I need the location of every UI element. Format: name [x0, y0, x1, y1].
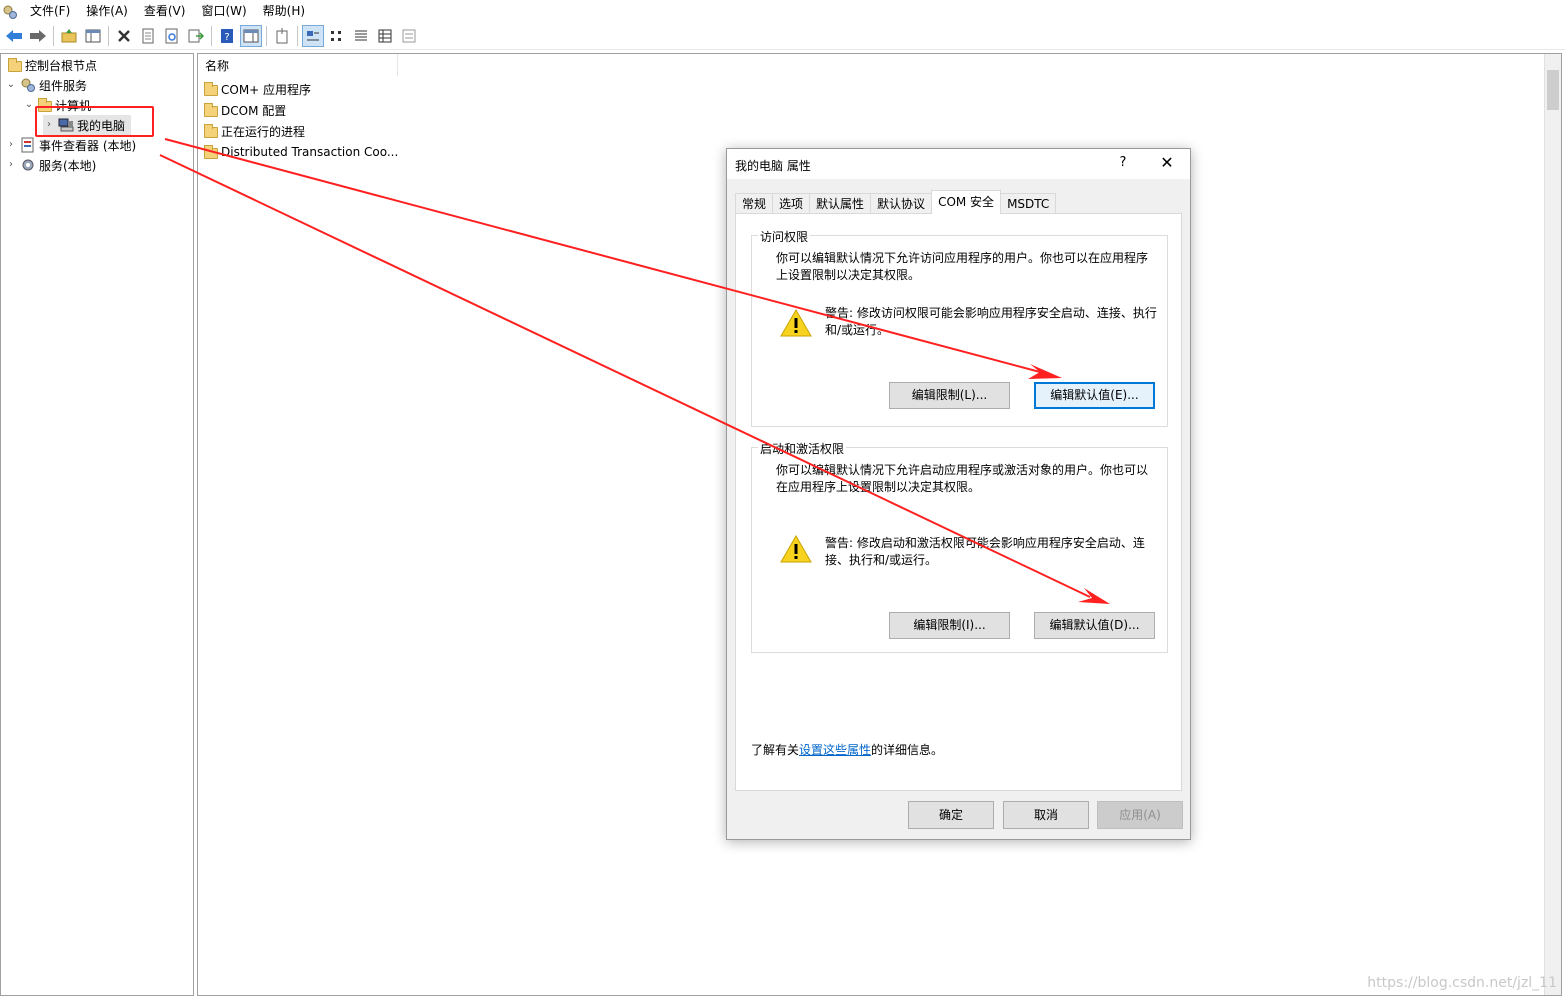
tree-label: 控制台根节点 — [25, 58, 98, 73]
ok-button[interactable]: 确定 — [908, 801, 994, 829]
tree-node-console-root[interactable]: 控制台根节点 — [5, 55, 97, 75]
tab-default-properties[interactable]: 默认属性 — [809, 193, 872, 214]
column-header-name[interactable]: 名称 — [198, 54, 398, 76]
menu-file[interactable]: 文件(F) — [22, 0, 78, 23]
tab-general[interactable]: 常规 — [735, 193, 774, 214]
warning-text: 警告: 修改访问权限可能会影响应用程序安全启动、连接、执行和/或运行。 — [825, 306, 1157, 337]
help-icon[interactable]: ? — [216, 25, 238, 47]
close-icon[interactable]: ✕ — [1157, 153, 1177, 173]
vertical-scrollbar[interactable] — [1544, 54, 1561, 995]
chevron-down-icon[interactable]: ⌄ — [23, 99, 35, 111]
tab-default-protocols[interactable]: 默认协议 — [870, 193, 933, 214]
warning-icon — [779, 308, 813, 338]
edit-access-limits-button[interactable]: 编辑限制(L)... — [889, 382, 1010, 409]
show-action-pane-icon[interactable] — [240, 25, 262, 47]
list-item[interactable]: 正在运行的进程 — [204, 121, 305, 141]
list-item[interactable]: DCOM 配置 — [204, 100, 286, 120]
learn-more-prefix: 了解有关 — [751, 743, 800, 757]
list-item-label: COM+ 应用程序 — [221, 82, 312, 97]
tree-label: 组件服务 — [39, 78, 88, 93]
edit-launch-default-button[interactable]: 编辑默认值(D)... — [1034, 612, 1155, 639]
list-view-icon[interactable] — [350, 25, 372, 47]
learn-more-link[interactable]: 设置这些属性 — [799, 743, 871, 757]
group-title: 访问权限 — [758, 228, 811, 245]
group-title: 启动和激活权限 — [758, 440, 847, 457]
up-folder-icon[interactable] — [58, 25, 80, 47]
edit-access-default-button[interactable]: 编辑默认值(E)... — [1034, 382, 1155, 409]
gear-icon — [20, 157, 36, 173]
folder-icon — [204, 124, 218, 138]
tab-options[interactable]: 选项 — [772, 193, 811, 214]
back-arrow-icon[interactable] — [3, 25, 25, 47]
svg-text:?: ? — [224, 32, 229, 43]
large-icons-view-icon[interactable] — [302, 25, 324, 47]
toggle-view-icon[interactable] — [398, 25, 420, 47]
list-item[interactable]: Distributed Transaction Coo... — [204, 142, 398, 162]
learn-more-suffix: 的详细信息。 — [871, 743, 944, 757]
new-window-icon[interactable] — [271, 25, 293, 47]
show-hide-tree-icon[interactable] — [82, 25, 104, 47]
cancel-button[interactable]: 取消 — [1003, 801, 1089, 829]
component-services-icon — [20, 77, 36, 93]
toolbar-separator — [53, 26, 54, 46]
properties-icon[interactable] — [137, 25, 159, 47]
tree-label: 事件查看器 (本地) — [39, 138, 137, 153]
menu-help[interactable]: 帮助(H) — [255, 0, 313, 23]
access-permissions-group: 访问权限 你可以编辑默认情况下允许访问应用程序的用户。你也可以在应用程序上设置限… — [751, 228, 1168, 427]
chevron-right-icon[interactable]: › — [5, 139, 17, 151]
list-item-label: Distributed Transaction Coo... — [221, 145, 399, 159]
scrollbar-thumb[interactable] — [1547, 70, 1559, 110]
refresh-icon[interactable] — [161, 25, 183, 47]
chevron-right-icon[interactable]: › — [5, 159, 17, 171]
tree-node-event-viewer[interactable]: › 事件查看器 (本地) — [5, 135, 136, 155]
folder-icon — [204, 145, 218, 159]
group-description: 你可以编辑默认情况下允许访问应用程序的用户。你也可以在应用程序上设置限制以决定其… — [776, 251, 1149, 282]
dialog-tabs: 常规 选项 默认属性 默认协议 COM 安全 MSDTC — [735, 190, 1057, 214]
forward-arrow-icon[interactable] — [27, 25, 49, 47]
delete-icon[interactable] — [113, 25, 135, 47]
chevron-down-icon[interactable]: ⌄ — [5, 79, 17, 91]
export-icon[interactable] — [185, 25, 207, 47]
tab-msdtc[interactable]: MSDTC — [1000, 193, 1057, 214]
menu-bar: 文件(F) 操作(A) 查看(V) 窗口(W) 帮助(H) — [0, 0, 1565, 23]
console-tree: 控制台根节点 ⌄ 组件服务 ⌄ 计算机 › 我的电脑 › 事件查看器 (本地) … — [0, 53, 194, 996]
dialog-title: 我的电脑 属性 — [735, 159, 811, 173]
group-description: 你可以编辑默认情况下允许启动应用程序或激活对象的用户。你也可以在应用程序上设置限… — [776, 463, 1149, 494]
component-services-app-icon — [2, 4, 18, 20]
com-security-panel: 访问权限 你可以编辑默认情况下允许访问应用程序的用户。你也可以在应用程序上设置限… — [735, 213, 1182, 791]
dialog-title-bar[interactable]: 我的电脑 属性 ? ✕ — [727, 149, 1190, 179]
tab-com-security[interactable]: COM 安全 — [931, 190, 1002, 214]
apply-button[interactable]: 应用(A) — [1097, 801, 1183, 829]
edit-launch-limits-button[interactable]: 编辑限制(I)... — [889, 612, 1010, 639]
list-item-label: DCOM 配置 — [221, 103, 287, 118]
folder-icon — [8, 58, 22, 72]
toolbar-separator — [211, 26, 212, 46]
warning-text: 警告: 修改启动和激活权限可能会影响应用程序安全启动、连接、执行和/或运行。 — [825, 536, 1145, 567]
tree-node-component-services[interactable]: ⌄ 组件服务 — [5, 75, 87, 95]
my-computer-properties-dialog: 我的电脑 属性 ? ✕ 常规 选项 默认属性 默认协议 COM 安全 MSDTC… — [726, 148, 1191, 840]
toolbar-separator — [266, 26, 267, 46]
folder-icon — [204, 103, 218, 117]
list-item[interactable]: COM+ 应用程序 — [204, 79, 311, 99]
annotation-highlight-box — [35, 106, 154, 137]
toolbar-separator — [297, 26, 298, 46]
folder-icon — [204, 82, 218, 96]
list-item-label: 正在运行的进程 — [221, 124, 306, 139]
menu-window[interactable]: 窗口(W) — [193, 0, 254, 23]
learn-more-text: 了解有关设置这些属性的详细信息。 — [751, 741, 943, 758]
detail-view-icon[interactable] — [374, 25, 396, 47]
toolbar: ? — [0, 23, 1565, 50]
small-icons-view-icon[interactable] — [326, 25, 348, 47]
event-viewer-icon — [20, 137, 36, 153]
tree-node-services[interactable]: › 服务(本地) — [5, 155, 96, 175]
warning-icon — [779, 534, 813, 564]
watermark: https://blog.csdn.net/jzl_11 — [1367, 975, 1557, 991]
launch-activation-permissions-group: 启动和激活权限 你可以编辑默认情况下允许启动应用程序或激活对象的用户。你也可以在… — [751, 440, 1168, 653]
menu-view[interactable]: 查看(V) — [136, 0, 194, 23]
help-button[interactable]: ? — [1115, 155, 1131, 173]
toolbar-separator — [108, 26, 109, 46]
tree-label: 服务(本地) — [39, 158, 97, 173]
menu-action[interactable]: 操作(A) — [78, 0, 136, 23]
